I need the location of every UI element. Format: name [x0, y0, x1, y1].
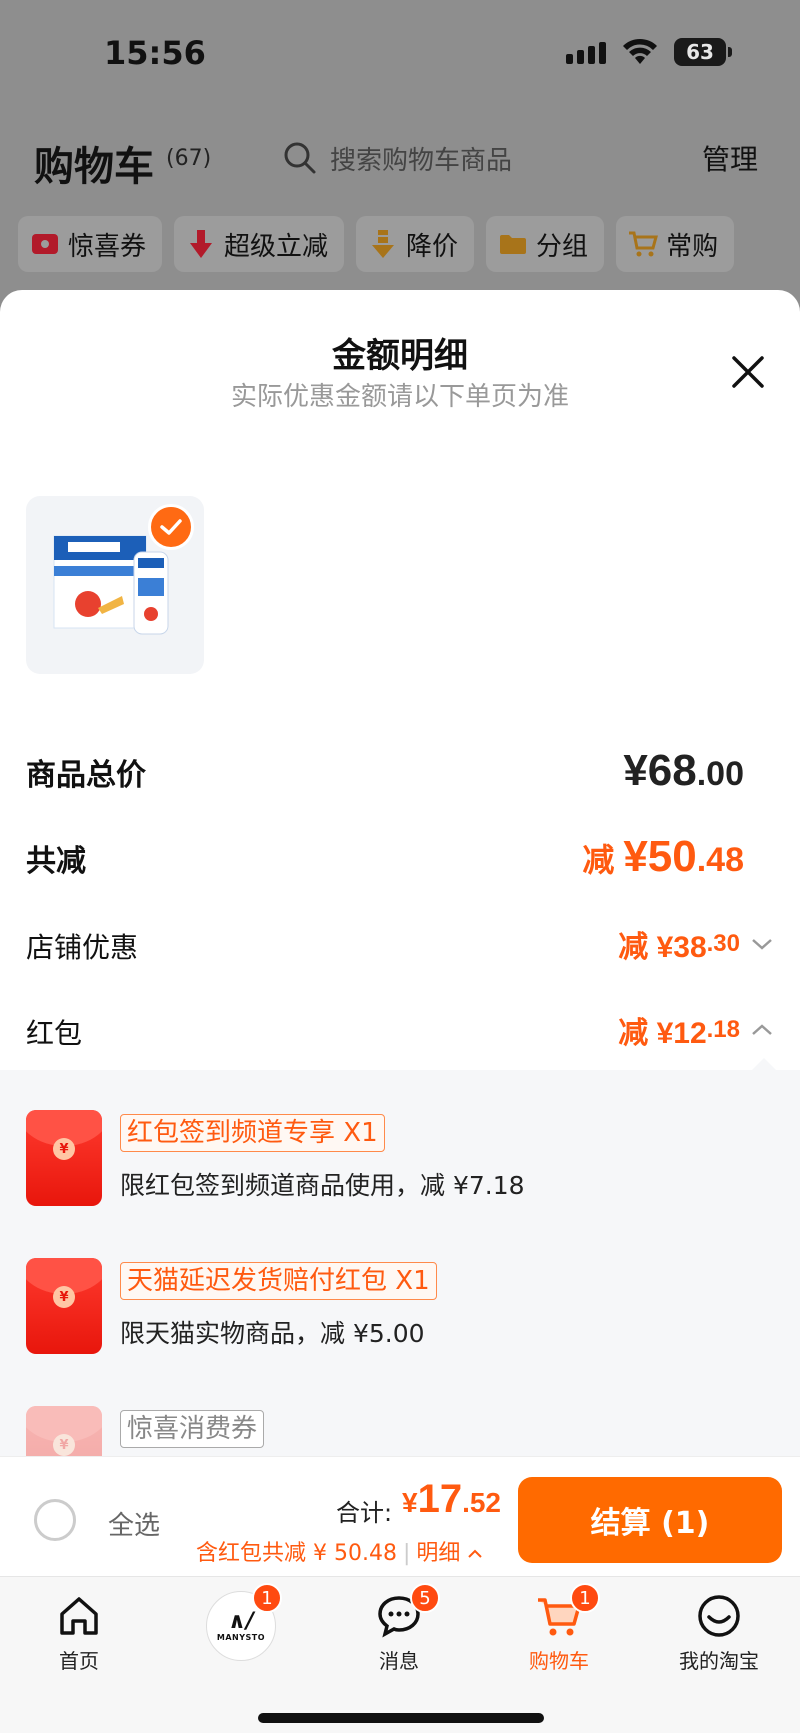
hongbao-tag: 红包签到频道专享 X1 — [120, 1114, 385, 1152]
row-total-reduction: 共减 减 ¥50.48 — [26, 832, 774, 882]
red-envelope-icon: ¥ — [26, 1258, 102, 1354]
total-discount-note: 含红包共减 ¥ 50.48 — [196, 1541, 397, 1566]
hongbao-label: 红包 — [26, 1017, 83, 1050]
battery-level: 63 — [686, 40, 714, 64]
shop-discount-value: 减 ¥38.30 — [618, 922, 774, 966]
shop-discount-int: 减 ¥38 — [618, 931, 707, 964]
hongbao-tag: 惊喜消费券 — [120, 1410, 265, 1448]
cart-header: 购物车 (67) 搜索购物车商品 管理 — [0, 110, 800, 190]
total-price-value: ¥68.00 — [623, 746, 744, 796]
reduction-dec: .48 — [696, 841, 744, 879]
total-amount: ¥17.52 — [402, 1477, 501, 1522]
tab-home[interactable]: 首页 — [24, 1591, 134, 1674]
total-int: 17 — [417, 1477, 463, 1521]
chip-label: 分组 — [536, 231, 589, 262]
hongbao-value: 减 ¥12.18 — [618, 1008, 774, 1052]
tab-label: 消息 — [379, 1649, 419, 1673]
manage-button[interactable]: 管理 — [702, 138, 758, 178]
cart-icon — [628, 229, 659, 259]
coupon-icon — [30, 229, 60, 259]
tab-my-taobao[interactable]: 我的淘宝 — [664, 1591, 774, 1674]
reduction-prefix: 减 — [582, 842, 624, 878]
battery-icon: 63 — [674, 38, 732, 66]
sheet-subtitle: 实际优惠金额请以下单页为准 — [230, 382, 569, 412]
chip-coupon[interactable]: 惊喜券 — [18, 216, 163, 272]
tab-label: 首页 — [59, 1649, 99, 1673]
tab-badge: 1 — [570, 1583, 600, 1613]
home-indicator — [258, 1713, 544, 1723]
cart-count: (67) — [166, 146, 212, 171]
chip-group[interactable]: 分组 — [486, 216, 605, 272]
shop-discount-dec: .30 — [706, 930, 740, 957]
total-price-int: ¥68 — [623, 746, 697, 795]
hongbao-item: ¥ 天猫延迟发货赔付红包 X1 限天猫实物商品，减 ¥5.00 — [26, 1258, 786, 1358]
sheet-title: 金额明细 — [332, 336, 468, 376]
reduction-value: 减 ¥50.48 — [582, 832, 744, 882]
profile-face-icon — [698, 1595, 740, 1637]
hongbao-int: 减 ¥12 — [618, 1017, 707, 1050]
chip-label: 降价 — [406, 231, 459, 262]
tab-label: 购物车 — [529, 1649, 589, 1673]
tab-cart[interactable]: 1 购物车 — [504, 1583, 614, 1674]
status-bar: 15:56 63 — [0, 0, 800, 100]
down-arrow-icon — [186, 229, 216, 259]
checkout-bar: 全选 合计: ¥17.52 含红包共减 ¥ 50.48 | 明细 结算 (1) — [0, 1456, 800, 1576]
total-price-dec: .00 — [696, 755, 744, 793]
chip-label: 超级立减 — [224, 231, 329, 262]
chevron-down-icon[interactable] — [750, 936, 774, 952]
reduction-int: ¥50 — [623, 832, 697, 881]
select-all-label[interactable]: 全选 — [108, 1505, 160, 1542]
chip-price-drop[interactable]: 降价 — [356, 216, 475, 272]
avatar-text: MANYSTO — [216, 1632, 266, 1642]
checkout-button[interactable]: 结算 (1) — [518, 1477, 782, 1563]
chip-label: 惊喜券 — [68, 231, 147, 262]
tab-messages[interactable]: 5 消息 — [344, 1583, 454, 1674]
chevron-up-icon[interactable] — [467, 1548, 483, 1560]
filter-chips: 惊喜券 超级立减 降价 分组 常购 — [18, 216, 735, 272]
chip-super-discount[interactable]: 超级立减 — [174, 216, 345, 272]
tab-label: 我的淘宝 — [679, 1649, 759, 1673]
hongbao-item: ¥ 红包签到频道专享 X1 限红包签到频道商品使用，减 ¥7.18 — [26, 1110, 786, 1210]
hongbao-dec: .18 — [706, 1016, 740, 1043]
hongbao-desc: 限天猫实物商品，减 ¥5.00 — [120, 1319, 425, 1348]
tab-badge: 1 — [252, 1583, 282, 1613]
price-drop-icon — [368, 229, 398, 259]
status-time: 15:56 — [104, 34, 206, 72]
total-price-label: 商品总价 — [26, 758, 146, 793]
shop-discount-label: 店铺优惠 — [26, 931, 139, 964]
red-envelope-icon: ¥ — [26, 1110, 102, 1206]
total-note: 含红包共减 ¥ 50.48 | 明细 — [196, 1535, 483, 1567]
tab-badge: 5 — [410, 1583, 440, 1613]
row-total-price: 商品总价 ¥68.00 — [26, 746, 774, 796]
chip-label: 常购 — [666, 231, 719, 262]
cart-page-background: 15:56 63 购物车 (67) 搜索购物车商品 管理 惊喜券 超级立减 降价… — [0, 0, 800, 320]
cart-title: 购物车 — [34, 144, 154, 190]
close-icon[interactable] — [726, 350, 770, 394]
bottom-tab-bar: 首页 ∧/ MANYSTO 1 5 消息 1 购物车 我的淘宝 — [0, 1576, 800, 1733]
total-currency: ¥ — [402, 1487, 418, 1518]
amount-detail-sheet: 金额明细 实际优惠金额请以下单页为准 商品总价 ¥68.00 共减 减 ¥50.… — [0, 290, 800, 1580]
hongbao-section-notch — [752, 1058, 776, 1070]
cart-search-input[interactable]: 搜索购物车商品 — [330, 140, 512, 177]
wifi-icon — [623, 38, 657, 64]
total-label: 合计: — [336, 1499, 393, 1527]
row-shop-discount[interactable]: 店铺优惠 减 ¥38.30 — [26, 922, 774, 966]
chevron-up-icon[interactable] — [750, 1022, 774, 1038]
search-icon — [284, 142, 316, 174]
select-all-checkbox[interactable] — [34, 1499, 76, 1541]
total-dec: .52 — [462, 1487, 502, 1518]
signal-icon — [566, 42, 606, 64]
folder-icon — [498, 229, 528, 259]
tab-avatar[interactable]: ∧/ MANYSTO 1 — [186, 1583, 296, 1661]
home-icon — [60, 1597, 98, 1635]
reduction-label: 共减 — [26, 844, 86, 879]
detail-link[interactable]: 明细 — [416, 1541, 460, 1566]
selected-check-icon — [148, 504, 194, 550]
hongbao-tag: 天猫延迟发货赔付红包 X1 — [120, 1262, 437, 1300]
row-hongbao[interactable]: 红包 减 ¥12.18 — [26, 1008, 774, 1052]
hongbao-desc: 限红包签到频道商品使用，减 ¥7.18 — [120, 1171, 525, 1200]
chip-frequent[interactable]: 常购 — [616, 216, 735, 272]
